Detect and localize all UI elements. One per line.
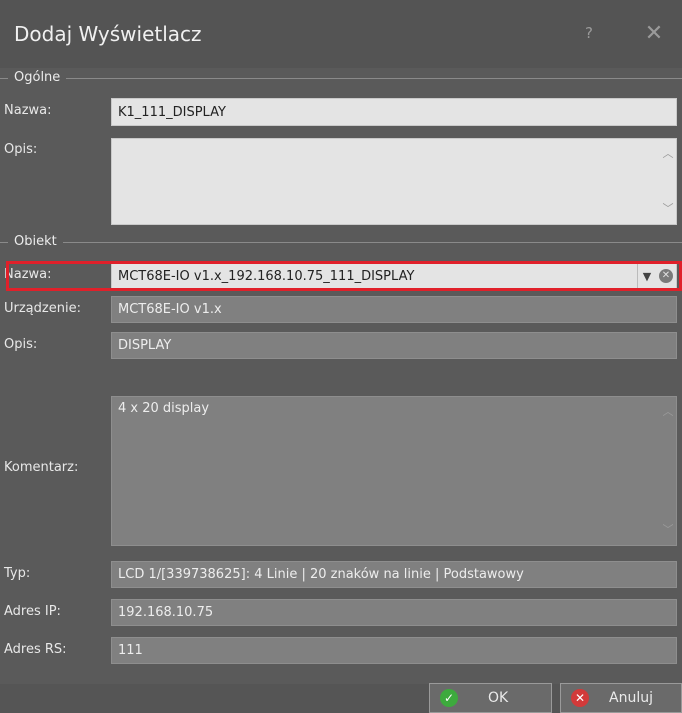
- cancel-button[interactable]: ✕ Anuluj: [560, 683, 682, 713]
- object-type-label: Typ:: [4, 566, 31, 581]
- object-comment-label: Komentarz:: [4, 460, 79, 475]
- object-desc-label: Opis:: [4, 337, 38, 352]
- scroll-down-icon[interactable]: ﹀: [662, 200, 674, 216]
- group-label-object: Obiekt: [8, 234, 63, 249]
- object-ip-field: 192.168.10.75: [111, 599, 677, 626]
- cancel-icon: ✕: [571, 689, 589, 707]
- object-rs-value: 111: [118, 643, 143, 658]
- scroll-up-icon[interactable]: ︿: [662, 403, 674, 419]
- ok-button-label: OK: [488, 690, 509, 706]
- scroll-up-icon[interactable]: ︿: [662, 145, 674, 161]
- group-divider-general: [0, 78, 682, 79]
- general-name-label: Nazwa:: [4, 103, 52, 118]
- group-label-general: Ogólne: [8, 70, 67, 85]
- dialog-window: Dodaj Wyświetlacz ? ✕ Ogólne Nazwa: K1_1…: [0, 0, 682, 713]
- general-name-value: K1_111_DISPLAY: [118, 104, 226, 120]
- general-desc-scrollbar[interactable]: ︿ ﹀: [660, 139, 676, 224]
- group-divider-object: [0, 242, 682, 243]
- object-comment-scrollbar[interactable]: ︿ ﹀: [660, 397, 676, 545]
- title-bar: Dodaj Wyświetlacz ? ✕: [0, 0, 682, 68]
- close-icon[interactable]: ✕: [637, 16, 671, 50]
- object-rs-label: Adres RS:: [4, 642, 67, 657]
- object-comment-value: 4 x 20 display: [118, 401, 210, 416]
- general-desc-label: Opis:: [4, 142, 38, 157]
- general-name-input[interactable]: K1_111_DISPLAY: [111, 98, 677, 126]
- check-icon: ✓: [440, 689, 458, 707]
- object-ip-value: 192.168.10.75: [118, 605, 214, 620]
- highlight-frame: [6, 261, 682, 291]
- dialog-title: Dodaj Wyświetlacz: [14, 22, 202, 46]
- cancel-button-label: Anuluj: [609, 690, 653, 706]
- object-ip-label: Adres IP:: [4, 604, 61, 619]
- object-device-value: MCT68E-IO v1.x: [118, 302, 222, 317]
- scroll-down-icon[interactable]: ﹀: [662, 521, 674, 537]
- ok-button[interactable]: ✓ OK: [429, 683, 552, 713]
- object-rs-field: 111: [111, 637, 677, 664]
- object-comment-textarea[interactable]: 4 x 20 display ︿ ﹀: [111, 396, 677, 546]
- general-desc-textarea[interactable]: ︿ ﹀: [111, 138, 677, 225]
- help-icon[interactable]: ?: [572, 16, 606, 50]
- object-device-field: MCT68E-IO v1.x: [111, 296, 677, 323]
- object-device-label: Urządzenie:: [4, 301, 81, 316]
- object-type-field: LCD 1/[339738625]: 4 Linie | 20 znaków n…: [111, 561, 677, 588]
- object-desc-field: DISPLAY: [111, 332, 677, 359]
- object-desc-value: DISPLAY: [118, 338, 172, 353]
- object-type-value: LCD 1/[339738625]: 4 Linie | 20 znaków n…: [118, 567, 524, 582]
